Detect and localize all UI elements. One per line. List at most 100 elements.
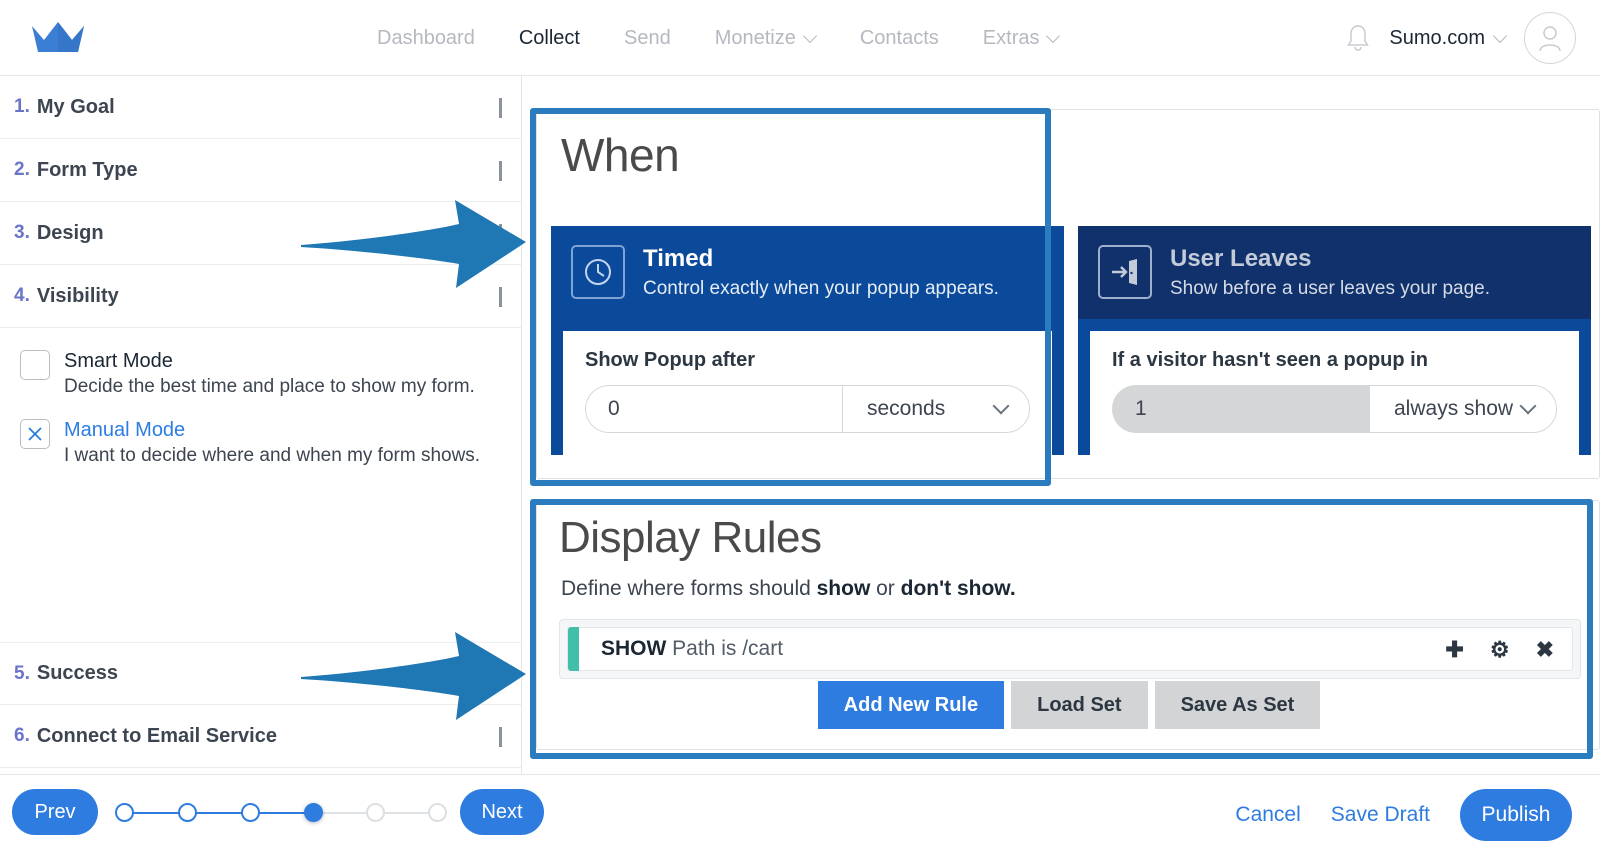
subtitle-dont-show: don't show. <box>900 577 1016 600</box>
save-draft-button[interactable]: Save Draft <box>1331 803 1430 827</box>
nav-item-monetize[interactable]: Monetize <box>693 27 838 50</box>
add-icon[interactable]: ✚ <box>1445 639 1463 661</box>
user-leaves-header[interactable]: User Leaves Show before a user leaves yo… <box>1078 226 1591 319</box>
publish-button[interactable]: Publish <box>1460 789 1572 841</box>
close-icon[interactable]: ✖ <box>1536 639 1554 661</box>
timed-settings: Show Popup after 0 seconds <box>563 331 1052 455</box>
step-number: 1. <box>14 96 30 117</box>
sidebar-item-form-type[interactable]: 2. Form Type <box>0 139 521 202</box>
show-popup-after-control: 0 seconds <box>585 385 1030 433</box>
sidebar-item-design[interactable]: 3. Design <box>0 202 521 265</box>
show-popup-unit-select[interactable]: seconds <box>842 385 1030 433</box>
when-option-user-leaves[interactable]: User Leaves Show before a user leaves yo… <box>1078 226 1591 467</box>
prev-button[interactable]: Prev <box>12 789 98 835</box>
visitor-frequency-input[interactable]: 1 <box>1112 385 1369 433</box>
chevron-right-icon <box>499 224 502 244</box>
sidebar-item-visibility[interactable]: 4. Visibility <box>0 265 521 328</box>
footer-actions: Cancel Save Draft Publish <box>1235 789 1572 841</box>
account-menu[interactable]: Sumo.com <box>1389 27 1506 50</box>
option-description: Control exactly when your popup appears. <box>643 278 999 299</box>
sidebar-item-my-goal[interactable]: 1. My Goal <box>0 76 521 139</box>
stepper-dot-1[interactable] <box>115 803 134 822</box>
mode-description: I want to decide where and when my form … <box>64 444 481 466</box>
sidebar-item-success[interactable]: 5. Success <box>0 642 521 705</box>
stepper-dot-5[interactable] <box>366 803 385 822</box>
save-as-set-button[interactable]: Save As Set <box>1154 681 1321 729</box>
when-option-timed[interactable]: Timed Control exactly when your popup ap… <box>551 226 1064 467</box>
clock-icon <box>571 245 625 299</box>
subtitle-mid: or <box>870 577 901 600</box>
visitor-seen-popup-label: If a visitor hasn't seen a popup in <box>1112 349 1428 371</box>
step-number: 5. <box>14 662 30 684</box>
chevron-right-icon <box>499 98 502 118</box>
display-rules-panel: Display Rules Define where forms should … <box>536 500 1600 750</box>
settings-gear-icon[interactable]: ⚙ <box>1490 639 1510 661</box>
chevron-down-icon <box>1048 31 1059 42</box>
user-avatar-icon[interactable] <box>1524 12 1576 64</box>
stepper-dot-4[interactable] <box>304 803 323 822</box>
account-name: Sumo.com <box>1389 26 1485 49</box>
nav-item-contacts[interactable]: Contacts <box>838 27 961 50</box>
smart-mode-checkbox[interactable] <box>20 350 50 380</box>
display-rules-subtitle: Define where forms should show or don't … <box>561 577 1016 601</box>
display-rules-title: Display Rules <box>559 513 822 562</box>
manual-mode-checkbox[interactable] <box>20 418 50 449</box>
rule-actions: ✚ ⚙ ✖ <box>1445 628 1554 672</box>
subtitle-prefix: Define where forms should <box>561 577 817 600</box>
check-x-icon <box>28 427 42 441</box>
visitor-frequency-select[interactable]: always show <box>1369 385 1557 433</box>
next-button[interactable]: Next <box>460 789 544 835</box>
nav-item-send[interactable]: Send <box>602 27 693 50</box>
when-panel: When Timed Control exactly when your pop… <box>536 109 1600 479</box>
add-new-rule-button[interactable]: Add New Rule <box>817 681 1005 729</box>
rules-list: SHOW Path is /cart ✚ ⚙ ✖ <box>559 619 1581 679</box>
show-popup-delay-input[interactable]: 0 <box>585 385 842 433</box>
cancel-button[interactable]: Cancel <box>1235 803 1300 827</box>
show-popup-after-label: Show Popup after <box>585 349 755 371</box>
sidebar-item-connect-email-service[interactable]: 6. Connect to Email Service <box>0 705 521 768</box>
visibility-mode-group: Smart Mode Decide the best time and plac… <box>0 328 521 468</box>
nav-item-dashboard[interactable]: Dashboard <box>355 27 497 50</box>
nav-label: Collect <box>518 26 580 49</box>
step-number: 6. <box>14 725 30 746</box>
header-right-group: Sumo.com <box>1345 0 1576 76</box>
nav-item-extras[interactable]: Extras <box>961 27 1082 50</box>
step-label: Visibility <box>36 284 119 307</box>
step-number: 2. <box>14 159 30 180</box>
stepper-dot-2[interactable] <box>178 803 197 822</box>
mode-description: Decide the best time and place to show m… <box>64 376 475 397</box>
rule-status-bar <box>568 627 579 671</box>
rules-action-buttons: Add New Rule Load Set Save As Set <box>537 681 1600 729</box>
step-number: 4. <box>14 285 30 306</box>
wizard-stepper <box>115 803 447 823</box>
subtitle-show: show <box>816 577 871 600</box>
mode-option-manual[interactable]: Manual Mode I want to decide where and w… <box>20 417 521 469</box>
chevron-down-icon <box>805 31 816 42</box>
step-label: Success <box>36 662 119 684</box>
step-label: Design <box>36 221 104 244</box>
stepper-dot-3[interactable] <box>241 803 260 822</box>
load-set-button[interactable]: Load Set <box>1011 681 1148 729</box>
rule-action: SHOW <box>601 637 667 660</box>
rule-row[interactable]: SHOW Path is /cart ✚ ⚙ ✖ <box>567 627 1573 671</box>
mode-option-smart[interactable]: Smart Mode Decide the best time and plac… <box>20 348 521 400</box>
option-title: User Leaves <box>1170 245 1312 272</box>
stepper-line-active <box>127 812 317 814</box>
select-value: always show <box>1394 397 1514 420</box>
when-options: Timed Control exactly when your popup ap… <box>551 226 1591 467</box>
step-label: My Goal <box>36 95 115 118</box>
sumo-form-builder-page: Dashboard Collect Send Monetize Contacts… <box>0 0 1600 867</box>
nav-item-collect[interactable]: Collect <box>497 27 602 50</box>
timed-header[interactable]: Timed Control exactly when your popup ap… <box>551 226 1064 319</box>
nav-label: Dashboard <box>377 26 475 49</box>
main-nav: Dashboard Collect Send Monetize Contacts… <box>355 0 1081 76</box>
user-leaves-settings: If a visitor hasn't seen a popup in 1 al… <box>1090 331 1579 455</box>
chevron-down-icon <box>992 397 1010 415</box>
step-number: 3. <box>14 222 30 243</box>
chevron-down-icon <box>1519 397 1537 415</box>
wizard-sidebar: 1. My Goal 2. Form Type 3. Design 4. Vis… <box>0 76 522 774</box>
app-header: Dashboard Collect Send Monetize Contacts… <box>0 0 1600 76</box>
stepper-dot-6[interactable] <box>428 803 447 822</box>
crown-icon[interactable] <box>30 20 86 56</box>
notification-bell-icon[interactable] <box>1345 23 1371 53</box>
